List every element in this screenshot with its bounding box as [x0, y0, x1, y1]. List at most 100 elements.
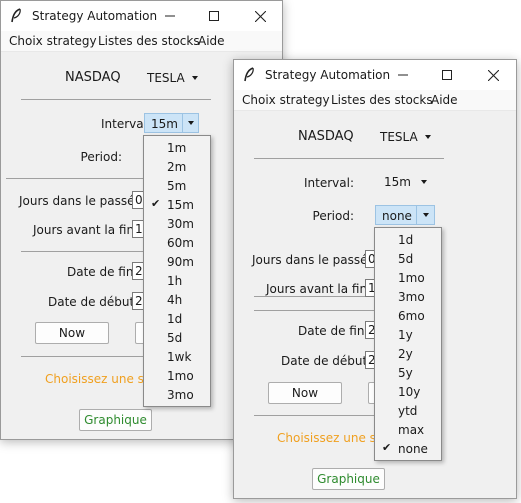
close-icon: [254, 10, 266, 22]
date-fin-label: Date de fin:: [67, 265, 138, 279]
menu-choix-strategy[interactable]: Choix strategy: [242, 93, 330, 107]
jours-passe-label: Jours dans le passé:: [252, 253, 372, 267]
close-button[interactable]: [238, 1, 282, 31]
dropdown-option[interactable]: max: [375, 420, 441, 439]
dropdown-option[interactable]: 1wk: [144, 347, 210, 366]
menu-listes-des-stocks[interactable]: Listes des stocks: [331, 93, 433, 107]
menu-aide[interactable]: Aide: [198, 34, 225, 48]
stock-select[interactable]: TESLA: [141, 68, 203, 88]
maximize-button[interactable]: [192, 1, 236, 31]
maximize-icon: [442, 70, 452, 80]
dropdown-arrow-icon: [192, 76, 198, 80]
dropdown-option-label: 4h: [167, 293, 183, 307]
dropdown-option[interactable]: 5m: [144, 176, 210, 195]
period-select[interactable]: none: [375, 205, 435, 225]
dropdown-option[interactable]: 4h: [144, 290, 210, 309]
graphique-button[interactable]: Graphique: [312, 468, 385, 490]
title-bar[interactable]: Strategy Automation: [234, 60, 516, 90]
dropdown-option-label: 5m: [167, 179, 187, 193]
close-button[interactable]: [471, 60, 515, 90]
dropdown-option[interactable]: 2m: [144, 157, 210, 176]
dropdown-option-label: 1d: [398, 233, 414, 247]
dropdown-option[interactable]: 1mo: [375, 268, 441, 287]
dropdown-option-label: 30m: [167, 217, 194, 231]
window-title: Strategy Automation: [32, 9, 158, 23]
menu-choix-strategy[interactable]: Choix strategy: [9, 34, 97, 48]
dropdown-arrow-icon: [423, 213, 429, 217]
feather-icon: [11, 8, 21, 23]
dropdown-option[interactable]: 60m: [144, 233, 210, 252]
interval-dropdown-menu: 1m 2m 5m ✔ 15m 30m 60m 90m 1h 4h 1d 5d 1wk 1mo 3mo: [143, 135, 211, 407]
divider: [21, 99, 211, 100]
minimize-icon: [165, 15, 175, 17]
checkmark-icon: ✔: [151, 197, 161, 210]
dropdown-option[interactable]: 1m: [144, 138, 210, 157]
menu-listes-des-stocks[interactable]: Listes des stocks: [98, 34, 200, 48]
dropdown-option[interactable]: 5d: [375, 249, 441, 268]
dropdown-option-label: 6mo: [398, 309, 425, 323]
dropdown-option-label: 2m: [167, 160, 187, 174]
dropdown-option-label: 1y: [398, 328, 413, 342]
jours-fin-label: Jours avant la fin:: [266, 282, 372, 296]
dropdown-option-label: 1mo: [167, 369, 194, 383]
title-bar[interactable]: Strategy Automation: [1, 1, 282, 31]
market-label: NASDAQ: [298, 129, 354, 144]
minimize-icon: [398, 74, 408, 76]
divider: [6, 178, 156, 179]
dropdown-option[interactable]: ytd: [375, 401, 441, 420]
dropdown-option-label: none: [398, 442, 428, 456]
dropdown-option[interactable]: 1d: [144, 309, 210, 328]
graphique-button[interactable]: Graphique: [79, 409, 152, 431]
maximize-button[interactable]: [425, 60, 469, 90]
minimize-button[interactable]: [148, 1, 192, 31]
divider: [21, 251, 151, 252]
dropdown-arrow-icon: [188, 121, 194, 125]
interval-select[interactable]: 15m: [144, 113, 199, 133]
now-button[interactable]: Now: [268, 382, 342, 404]
dropdown-option-label: 1wk: [167, 350, 192, 364]
menu-bar: Choix strategy Listes des stocks Aide: [234, 90, 516, 111]
interval-select[interactable]: 15m: [378, 172, 433, 192]
dropdown-arrow-icon: [425, 135, 431, 139]
dropdown-option-label: max: [398, 423, 425, 437]
feather-icon: [244, 67, 254, 82]
dropdown-option[interactable]: 1mo: [144, 366, 210, 385]
dropdown-option[interactable]: 5d: [144, 328, 210, 347]
dropdown-option-label: 5y: [398, 366, 413, 380]
menu-bar: Choix strategy Listes des stocks Aide: [1, 31, 282, 52]
interval-label: Interval:: [304, 176, 354, 190]
dropdown-arrow-icon: [421, 180, 427, 184]
divider: [254, 310, 374, 311]
dropdown-option-label: 60m: [167, 236, 194, 250]
now-button[interactable]: Now: [35, 322, 109, 344]
dropdown-option[interactable]: 3mo: [375, 287, 441, 306]
dropdown-option-label: 5d: [167, 331, 183, 345]
dropdown-option[interactable]: 3mo: [144, 385, 210, 404]
dropdown-option[interactable]: 1y: [375, 325, 441, 344]
dropdown-option-label: 1h: [167, 274, 183, 288]
dropdown-option[interactable]: 30m: [144, 214, 210, 233]
dropdown-option-label: 1mo: [398, 271, 425, 285]
divider: [254, 158, 444, 159]
dropdown-option[interactable]: 5y: [375, 363, 441, 382]
dropdown-option[interactable]: 1d: [375, 230, 441, 249]
dropdown-option[interactable]: 1h: [144, 271, 210, 290]
dropdown-option[interactable]: ✔ none: [375, 439, 441, 458]
divider: [21, 356, 161, 357]
dropdown-option-label: 2y: [398, 347, 413, 361]
dropdown-option[interactable]: 2y: [375, 344, 441, 363]
dropdown-option-label: 15m: [167, 198, 194, 212]
dropdown-option[interactable]: 90m: [144, 252, 210, 271]
stock-select[interactable]: TESLA: [374, 127, 436, 147]
date-debut-label: Date de début:: [281, 354, 372, 368]
market-label: NASDAQ: [65, 70, 121, 85]
menu-aide[interactable]: Aide: [431, 93, 458, 107]
date-debut-label: Date de début:: [48, 295, 139, 309]
dropdown-option[interactable]: 10y: [375, 382, 441, 401]
divider: [254, 415, 374, 416]
dropdown-option-label: 3mo: [167, 388, 194, 402]
dropdown-option[interactable]: ✔ 15m: [144, 195, 210, 214]
minimize-button[interactable]: [381, 60, 425, 90]
period-label: Period:: [80, 150, 122, 164]
dropdown-option[interactable]: 6mo: [375, 306, 441, 325]
